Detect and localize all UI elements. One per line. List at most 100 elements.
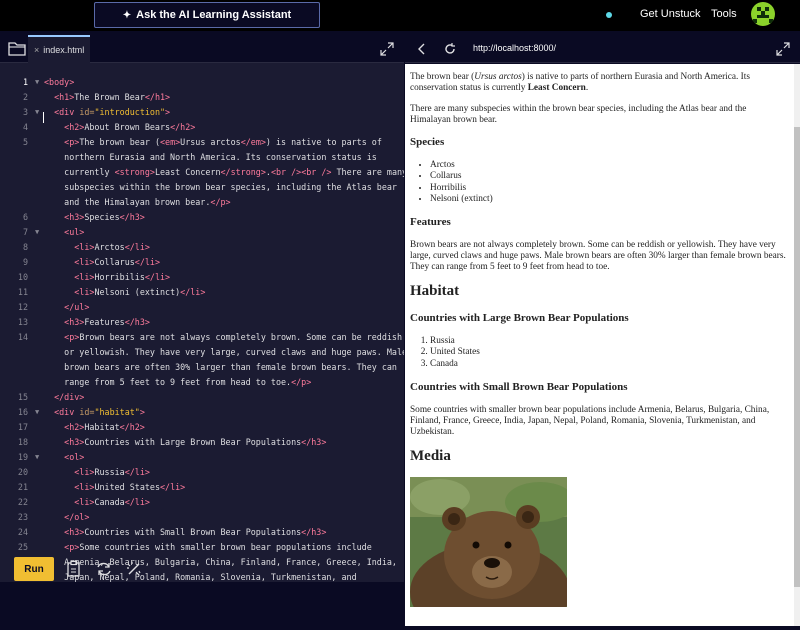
code-line[interactable]: <li>Arctos</li> xyxy=(44,242,150,252)
list-item: Arctos xyxy=(430,160,789,171)
code-line[interactable]: </ol> xyxy=(44,512,89,522)
tools-link[interactable]: Tools xyxy=(711,8,737,20)
code-line[interactable]: or yellowish. They have very large, curv… xyxy=(44,347,404,357)
line-number: 25 xyxy=(17,542,28,552)
line-number: 22 xyxy=(17,497,28,507)
refresh-icon[interactable] xyxy=(443,42,457,56)
editor-toolbar xyxy=(0,582,404,630)
clipboard-icon[interactable] xyxy=(65,560,83,578)
line-number: 17 xyxy=(17,422,28,432)
code-line[interactable]: <li>Nelsoni (extinct)</li> xyxy=(44,287,205,297)
fold-arrow-icon[interactable]: ▼ xyxy=(35,108,39,116)
get-unstuck-link[interactable]: Get Unstuck xyxy=(640,8,701,20)
line-number: 20 xyxy=(17,467,28,477)
code-line[interactable]: currently <strong>Least Concern</strong>… xyxy=(44,167,404,177)
code-line[interactable]: <h3>Countries with Large Brown Bear Popu… xyxy=(44,437,326,447)
code-line[interactable]: <body> xyxy=(44,77,74,87)
top-bar: ✦ Ask the AI Learning Assistant Get Unst… xyxy=(0,0,800,31)
preview-toolbar: http://localhost:8000/ xyxy=(405,35,800,63)
code-line[interactable]: </div> xyxy=(44,392,84,402)
code-line[interactable]: <li>Russia</li> xyxy=(44,467,150,477)
code-line[interactable]: <ol> xyxy=(44,452,84,462)
code-line[interactable]: and the Himalayan brown bear.</p> xyxy=(44,197,230,207)
list-item: United States xyxy=(430,347,789,358)
code-line[interactable]: <li>Canada</li> xyxy=(44,497,150,507)
line-number: 8 xyxy=(22,242,28,252)
back-icon[interactable] xyxy=(415,42,429,56)
line-number: 3 xyxy=(22,107,28,117)
code-line[interactable]: <p>Brown bears are not always completely… xyxy=(44,332,402,342)
code-line[interactable]: <ul> xyxy=(44,227,84,237)
line-number: 16 xyxy=(17,407,28,417)
code-line[interactable]: Japan, Nepal, Poland, Romania, Slovenia,… xyxy=(44,572,356,582)
code-line[interactable]: <li>United States</li> xyxy=(44,482,185,492)
line-number: 9 xyxy=(22,257,28,267)
avatar[interactable] xyxy=(751,2,775,26)
code-line[interactable]: northern Eurasia and North America. Its … xyxy=(44,152,377,162)
subspecies-paragraph: There are many subspecies within the bro… xyxy=(410,104,747,125)
expand-preview-icon[interactable] xyxy=(776,42,790,56)
fold-arrow-icon[interactable]: ▼ xyxy=(35,408,39,416)
code-line[interactable]: <div id="introduction"> xyxy=(44,107,170,117)
line-number: 23 xyxy=(17,512,28,522)
line-number: 12 xyxy=(17,302,28,312)
code-line[interactable]: <p>Some countries with smaller brown bea… xyxy=(44,542,372,552)
line-number: 18 xyxy=(17,437,28,447)
list-item: Collarus xyxy=(430,171,789,182)
code-line[interactable]: <div id="habitat"> xyxy=(44,407,145,417)
media-heading: Media xyxy=(410,448,451,465)
code-lines[interactable]: 1 ▼ <body> 2 <h1>The Brown Bear</h1> 3 ▼ <div… xyxy=(0,72,404,582)
large-populations-heading: Countries with Large Brown Bear Populati… xyxy=(410,312,629,325)
code-line[interactable]: <p>The brown bear (<em>Ursus arctos</em>… xyxy=(44,137,382,147)
code-line[interactable]: brown bears are often 30% larger than fe… xyxy=(44,362,397,372)
folder-icon[interactable] xyxy=(8,41,26,56)
fold-arrow-icon[interactable]: ▼ xyxy=(35,453,39,461)
line-number: 2 xyxy=(22,92,28,102)
code-line[interactable]: <h1>The Brown Bear</h1> xyxy=(44,92,170,102)
preview-scrollbar-thumb[interactable] xyxy=(794,127,800,587)
line-number: 1 xyxy=(22,77,28,87)
clear-format-icon[interactable] xyxy=(125,560,143,578)
code-line[interactable]: <h3>Species</h3> xyxy=(44,212,145,222)
expand-editor-icon[interactable] xyxy=(380,42,394,56)
code-line[interactable]: <li>Collarus</li> xyxy=(44,257,160,267)
line-number: 13 xyxy=(17,317,28,327)
preview-page: The brown bear (Ursus arctos) is native … xyxy=(405,64,794,626)
code-line[interactable]: <li>Horribilis</li> xyxy=(44,272,170,282)
habitat-heading: Habitat xyxy=(410,283,460,300)
intro-paragraph: The brown bear (Ursus arctos) is native … xyxy=(410,72,750,93)
line-number: 6 xyxy=(22,212,28,222)
line-number: 7 xyxy=(22,227,28,237)
code-line[interactable]: <h3>Countries with Small Brown Bear Popu… xyxy=(44,527,326,537)
code-line[interactable]: <h2>Habitat</h2> xyxy=(44,422,145,432)
ai-assistant-label: Ask the AI Learning Assistant xyxy=(136,9,292,21)
run-button[interactable]: Run xyxy=(14,557,54,581)
code-editor: × index.html 1 ▼ <body> 2 <h1>The Brown Bea… xyxy=(0,35,404,630)
fold-arrow-icon[interactable]: ▼ xyxy=(35,78,39,86)
features-heading: Features xyxy=(410,216,451,229)
code-line[interactable]: <h3>Features</h3> xyxy=(44,317,150,327)
line-number: 11 xyxy=(17,287,28,297)
sparkle-icon: ✦ xyxy=(122,9,132,21)
line-number: 15 xyxy=(17,392,28,402)
reset-icon[interactable] xyxy=(95,560,113,578)
code-line[interactable]: subspecies within the brown bear species… xyxy=(44,182,397,192)
preview-url[interactable]: http://localhost:8000/ xyxy=(473,43,556,53)
close-tab-icon[interactable]: × xyxy=(34,45,39,55)
large-countries-list: Russia United States Canada xyxy=(430,336,789,370)
fold-arrow-icon[interactable]: ▼ xyxy=(35,228,39,236)
list-item: Russia xyxy=(430,336,789,347)
line-number: 24 xyxy=(17,527,28,537)
list-item: Nelsoni (extinct) xyxy=(430,194,789,205)
line-number: 14 xyxy=(17,332,28,342)
code-line[interactable]: <h2>About Brown Bears</h2> xyxy=(44,122,195,132)
tab-label: index.html xyxy=(43,45,85,55)
tab-index-html[interactable]: × index.html xyxy=(28,35,90,63)
bear-image xyxy=(410,477,567,608)
code-line[interactable]: range from 5 feet to 9 feet from head to… xyxy=(44,377,311,387)
list-item: Canada xyxy=(430,359,789,370)
text-cursor xyxy=(43,112,44,123)
code-line[interactable]: </ul> xyxy=(44,302,89,312)
ai-assistant-button[interactable]: ✦ Ask the AI Learning Assistant xyxy=(94,2,320,28)
status-dot-icon xyxy=(606,12,612,18)
